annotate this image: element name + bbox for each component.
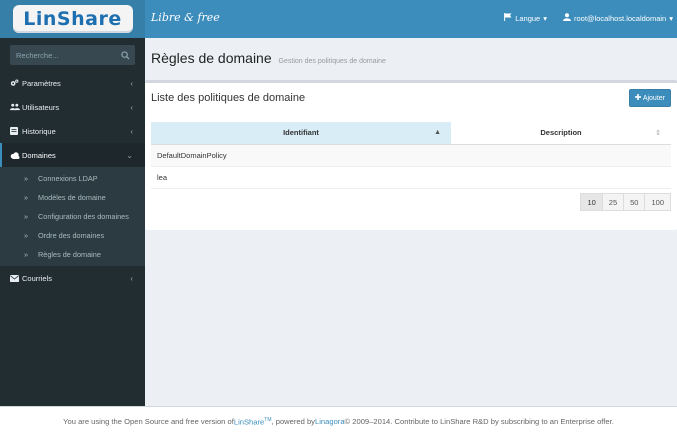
sidebar-item-label: Paramètres bbox=[22, 78, 61, 88]
submenu-item-ordre-domaines[interactable]: » Ordre des domaines bbox=[0, 226, 145, 245]
linshare-link[interactable]: LinShareTM bbox=[234, 417, 272, 427]
add-button[interactable]: Ajouter bbox=[628, 89, 671, 107]
search-icon[interactable] bbox=[115, 45, 135, 65]
page-title: Règles de domaine Gestion des politiques… bbox=[151, 50, 386, 66]
sidebar-item-utilisateurs[interactable]: Utilisateurs ‹ bbox=[0, 95, 145, 119]
cloud-icon bbox=[10, 151, 22, 159]
cell-description bbox=[451, 166, 671, 189]
double-chevron-icon: » bbox=[24, 250, 29, 259]
sidebar: LinShare Paramètres ‹ Utilisateurs ‹ His… bbox=[0, 0, 145, 406]
sidebar-item-label: Utilisateurs bbox=[22, 102, 60, 112]
submenu-item-configuration-domaines[interactable]: » Configuration des domaines bbox=[0, 207, 145, 226]
page-size-selector: 10 25 50 100 bbox=[580, 193, 671, 211]
trademark: TM bbox=[264, 416, 272, 423]
page-subtitle: Gestion des politiques de domaine bbox=[278, 58, 386, 65]
cell-description bbox=[451, 144, 671, 167]
linshare-link-text: LinShare bbox=[233, 417, 265, 427]
caret-down-icon: ▾ bbox=[669, 13, 673, 23]
submenu-item-label: Ordre des domaines bbox=[38, 231, 105, 240]
submenu-item-label: Configuration des domaines bbox=[38, 212, 129, 221]
sidebar-item-parametres[interactable]: Paramètres ‹ bbox=[0, 71, 145, 95]
caret-down-icon: ▾ bbox=[543, 13, 547, 23]
sidebar-item-label: Domaines bbox=[22, 150, 56, 160]
policies-box: Liste des politiques de domaine Ajouter … bbox=[145, 80, 677, 230]
page-size-25[interactable]: 25 bbox=[601, 193, 625, 211]
chevron-down-icon: ⌄ bbox=[126, 150, 133, 160]
sidebar-item-label: Historique bbox=[22, 126, 56, 136]
linshare-logo[interactable]: LinShare bbox=[12, 5, 133, 33]
user-icon bbox=[562, 13, 571, 23]
sidebar-search bbox=[10, 45, 135, 65]
sidebar-item-label: Courriels bbox=[22, 273, 53, 283]
language-label: Langue bbox=[515, 13, 541, 23]
submenu-item-modeles-domaine[interactable]: » Modèles de domaine bbox=[0, 188, 145, 207]
top-navbar: Libre & free Langue ▾ root@localhost.loc… bbox=[145, 0, 677, 38]
envelope-icon bbox=[10, 274, 22, 282]
cell-identifiant: lea bbox=[151, 166, 451, 189]
column-header-identifiant[interactable]: Identifiant ▲ bbox=[151, 122, 451, 145]
sidebar-menu: Paramètres ‹ Utilisateurs ‹ Historique ‹… bbox=[0, 71, 145, 290]
table-header-row: Identifiant ▲ Description ⇕ bbox=[151, 122, 671, 145]
top-right-menu: Langue ▾ root@localhost.localdomain ▾ bbox=[504, 13, 673, 23]
footer-middle: , powered by bbox=[271, 417, 315, 426]
linagora-link[interactable]: Linagora bbox=[315, 417, 345, 426]
chevron-left-icon: ‹ bbox=[130, 273, 133, 283]
footer-suffix: © 2009–2014. Contribute to LinShare R&D … bbox=[344, 417, 614, 426]
double-chevron-icon: » bbox=[24, 174, 29, 183]
submenu-item-regles-domaine[interactable]: » Règles de domaine bbox=[0, 245, 145, 264]
user-menu[interactable]: root@localhost.localdomain ▾ bbox=[562, 13, 673, 23]
table-row[interactable]: lea bbox=[151, 166, 671, 189]
submenu-item-label: Règles de domaine bbox=[38, 250, 101, 259]
cell-identifiant: DefaultDomainPolicy bbox=[151, 144, 451, 167]
double-chevron-icon: » bbox=[24, 193, 29, 202]
column-header-description[interactable]: Description ⇕ bbox=[451, 122, 671, 145]
list-icon bbox=[10, 127, 22, 135]
sidebar-item-domaines[interactable]: Domaines ⌄ bbox=[0, 143, 145, 167]
domaines-submenu: » Connexions LDAP » Modèles de domaine »… bbox=[0, 167, 145, 266]
sort-icon: ⇕ bbox=[655, 130, 661, 137]
chevron-left-icon: ‹ bbox=[130, 102, 133, 112]
sort-asc-icon: ▲ bbox=[434, 129, 441, 136]
submenu-item-connexions-ldap[interactable]: » Connexions LDAP bbox=[0, 169, 145, 188]
column-header-label: Identifiant bbox=[283, 128, 319, 138]
logo-area: LinShare bbox=[0, 0, 145, 38]
sidebar-item-historique[interactable]: Historique ‹ bbox=[0, 119, 145, 143]
users-icon bbox=[10, 103, 22, 111]
page-title-text: Règles de domaine bbox=[151, 50, 272, 66]
page-size-100[interactable]: 100 bbox=[644, 193, 671, 211]
footer: You are using the Open Source and free v… bbox=[0, 406, 677, 436]
box-title: Liste des politiques de domaine bbox=[151, 92, 306, 104]
double-chevron-icon: » bbox=[24, 212, 29, 221]
submenu-item-label: Connexions LDAP bbox=[38, 174, 98, 183]
gears-icon bbox=[10, 79, 22, 87]
user-label: root@localhost.localdomain bbox=[573, 13, 667, 23]
flag-icon bbox=[504, 13, 512, 23]
language-menu[interactable]: Langue ▾ bbox=[504, 13, 547, 23]
submenu-item-label: Modèles de domaine bbox=[38, 193, 106, 202]
chevron-left-icon: ‹ bbox=[130, 126, 133, 136]
column-header-label: Description bbox=[540, 128, 582, 138]
double-chevron-icon: » bbox=[24, 231, 29, 240]
search-input[interactable] bbox=[10, 45, 115, 65]
plus-icon bbox=[634, 94, 641, 102]
policies-table: Identifiant ▲ Description ⇕ DefaultDomai… bbox=[151, 122, 671, 189]
page-size-10[interactable]: 10 bbox=[580, 193, 603, 211]
table-row[interactable]: DefaultDomainPolicy bbox=[151, 144, 671, 167]
page-size-50[interactable]: 50 bbox=[623, 193, 646, 211]
content-header: Règles de domaine Gestion des politiques… bbox=[145, 38, 677, 82]
slogan: Libre & free bbox=[151, 11, 220, 24]
footer-prefix: You are using the Open Source and free v… bbox=[63, 417, 234, 426]
sidebar-item-courriels[interactable]: Courriels ‹ bbox=[0, 266, 145, 290]
add-button-label: Ajouter bbox=[642, 94, 665, 102]
chevron-left-icon: ‹ bbox=[130, 78, 133, 88]
